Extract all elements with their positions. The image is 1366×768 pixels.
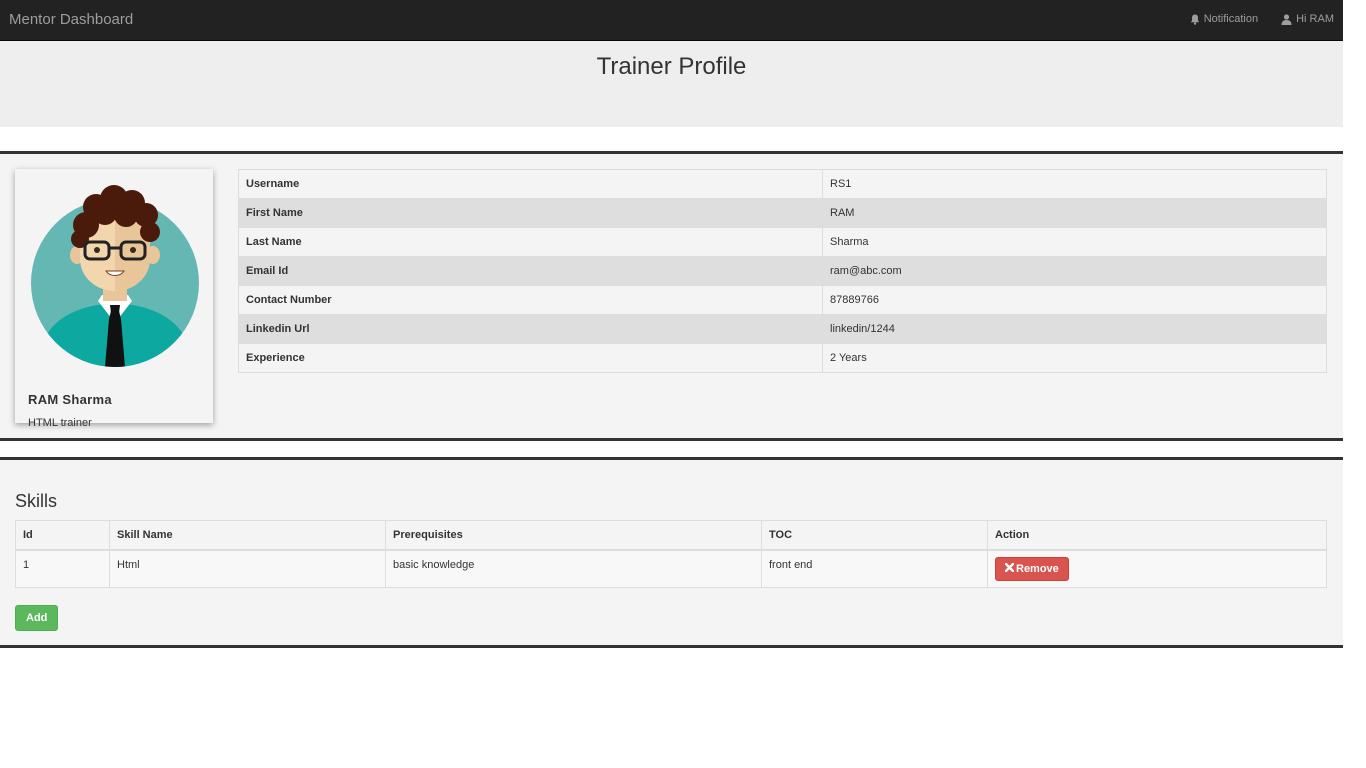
column-header-skill-name: Skill Name <box>109 520 386 551</box>
profile-detail-row: Username RS1 <box>238 169 1327 199</box>
skill-toc-cell: front end <box>761 549 988 588</box>
table-row: 1 Html basic knowledge front end Remove <box>15 549 1327 588</box>
page-title: Trainer Profile <box>596 53 747 80</box>
trainer-avatar <box>31 185 199 367</box>
detail-value: RS1 <box>822 169 1327 199</box>
profile-details-table: Username RS1 First Name RAM Last Name Sharma E… <box>238 169 1327 373</box>
detail-label: Last Name <box>238 227 823 257</box>
skills-table: Id Skill Name Prerequisites TOC Action 1… <box>15 520 1327 588</box>
skills-header-row: Id Skill Name Prerequisites TOC Action <box>15 520 1327 551</box>
detail-label: Experience <box>238 343 823 373</box>
brand-link[interactable]: Mentor Dashboard <box>9 11 133 28</box>
detail-value: linkedin/1244 <box>822 314 1327 344</box>
user-menu[interactable]: Hi RAM <box>1281 13 1334 25</box>
user-greeting: Hi RAM <box>1296 13 1334 25</box>
skill-name-cell: Html <box>109 549 386 588</box>
remove-icon <box>1004 562 1015 575</box>
detail-label: Username <box>238 169 823 199</box>
remove-skill-button[interactable]: Remove <box>995 557 1069 581</box>
detail-value: ram@abc.com <box>822 256 1327 286</box>
trainer-role: HTML trainer <box>28 417 92 429</box>
detail-value: 87889766 <box>822 285 1327 315</box>
add-skill-button[interactable]: Add <box>15 605 59 631</box>
remove-button-label: Remove <box>1016 563 1059 575</box>
profile-card: RAM Sharma HTML trainer <box>15 169 213 429</box>
notification-label: Notification <box>1203 13 1259 25</box>
page-header: Trainer Profile <box>0 41 1343 127</box>
profile-detail-row: Last Name Sharma <box>238 227 1327 257</box>
notification-link[interactable]: Notification <box>1190 13 1258 25</box>
column-header-action: Action <box>987 520 1327 551</box>
detail-label: Contact Number <box>238 285 823 315</box>
detail-value: 2 Years <box>822 343 1327 373</box>
skill-action-cell: Remove <box>987 549 1327 588</box>
column-header-id: Id <box>15 520 110 551</box>
profile-section: RAM Sharma HTML trainer Username RS1 First… <box>0 151 1343 441</box>
detail-value: RAM <box>822 198 1327 228</box>
detail-label: Email Id <box>238 256 823 286</box>
bell-icon <box>1190 14 1200 25</box>
user-icon <box>1281 13 1292 25</box>
top-navbar: Mentor Dashboard Notification Hi RAM <box>0 0 1343 41</box>
profile-detail-row: First Name RAM <box>238 198 1327 228</box>
skills-title: Skills <box>15 491 58 511</box>
detail-value: Sharma <box>822 227 1327 257</box>
detail-label: First Name <box>238 198 823 228</box>
profile-detail-row: Linkedin Url linkedin/1244 <box>238 314 1327 344</box>
profile-detail-row: Contact Number 87889766 <box>238 285 1327 315</box>
trainer-name: RAM Sharma <box>28 392 112 407</box>
skill-prerequisites-cell: basic knowledge <box>385 549 762 588</box>
profile-detail-row: Experience 2 Years <box>238 343 1327 373</box>
column-header-toc: TOC <box>761 520 988 551</box>
profile-detail-row: Email Id ram@abc.com <box>238 256 1327 286</box>
detail-label: Linkedin Url <box>238 314 823 344</box>
column-header-prerequisites: Prerequisites <box>385 520 762 551</box>
navbar-right: Notification Hi RAM <box>1190 13 1334 25</box>
skills-section: Skills Id Skill Name Prerequisites TOC A… <box>0 457 1343 648</box>
skill-id-cell: 1 <box>15 549 110 588</box>
